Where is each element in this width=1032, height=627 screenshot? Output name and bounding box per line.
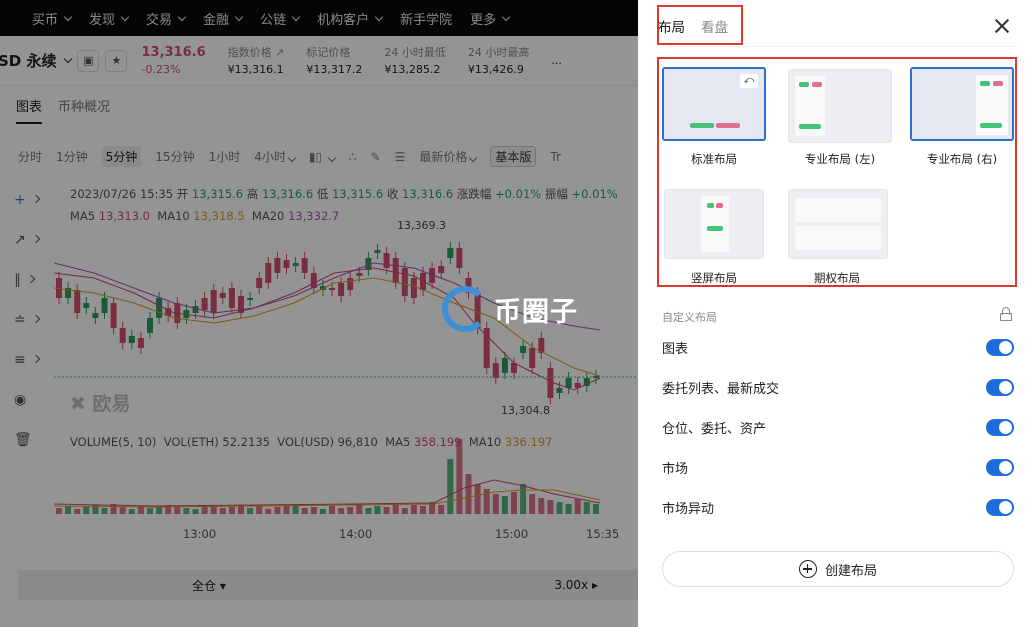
orders-toggle[interactable] (986, 379, 1014, 396)
logo-text: 币圈子 (494, 296, 578, 328)
tab-board[interactable]: 看盘 (701, 16, 728, 36)
toggle-row-orders: 委托列表、最新成交 (662, 378, 1014, 397)
toggle-label: 市场 (662, 462, 689, 477)
site-logo: 币圈子 (442, 286, 578, 332)
layout-pro-right-card[interactable] (910, 67, 1014, 141)
chart-toggle[interactable] (986, 339, 1014, 356)
toggle-row-chart: 图表 (662, 338, 1014, 357)
toggle-label: 仓位、委托、资产 (662, 422, 767, 437)
app-root: 买币 发现 交易 金融 公链 机构客户 新手学院 更多 SD 永续 ▣ ★ 13… (0, 0, 1032, 627)
layout-panel: 布局 看盘 ⤺ 标准布局 专业布局 (左) 专业布局 (右) 竖屏布局 期权布局… (638, 0, 1032, 627)
layout-label: 专业布局 (左) (804, 152, 876, 166)
layout-label: 期权布局 (814, 271, 860, 285)
plus-circle-icon (798, 560, 817, 578)
close-icon[interactable] (993, 17, 1011, 35)
layout-label: 标准布局 (691, 152, 737, 166)
layout-portrait-card[interactable] (664, 189, 764, 259)
divider (658, 46, 1018, 47)
create-layout-button[interactable]: 创建布局 (662, 551, 1014, 587)
trading-view: 买币 发现 交易 金融 公链 机构客户 新手学院 更多 SD 永续 ▣ ★ 13… (0, 0, 638, 627)
layout-pro-left-card[interactable] (788, 69, 892, 143)
positions-toggle[interactable] (986, 419, 1014, 436)
undo-icon[interactable]: ⤺ (740, 74, 758, 88)
toggle-label: 市场异动 (662, 502, 715, 517)
layout-standard-card[interactable]: ⤺ (662, 67, 766, 141)
logo-ring-icon (442, 286, 488, 332)
custom-layout-title: 自定义布局 (662, 311, 717, 324)
panel-tabs: 布局 看盘 (658, 16, 728, 36)
lock-icon[interactable] (1000, 307, 1012, 321)
toggle-row-market: 市场 (662, 458, 1014, 477)
toggle-row-anomaly: 市场异动 (662, 498, 1014, 517)
layout-label: 竖屏布局 (691, 271, 737, 285)
layout-label: 专业布局 (右) (926, 152, 998, 166)
layout-options-card[interactable] (788, 189, 888, 259)
toggle-row-positions: 仓位、委托、资产 (662, 418, 1014, 437)
anomaly-toggle[interactable] (986, 499, 1014, 516)
market-toggle[interactable] (986, 459, 1014, 476)
tab-layout[interactable]: 布局 (658, 16, 685, 36)
toggle-label: 委托列表、最新成交 (662, 382, 780, 397)
create-label: 创建布局 (824, 563, 877, 579)
toggle-label: 图表 (662, 342, 689, 357)
